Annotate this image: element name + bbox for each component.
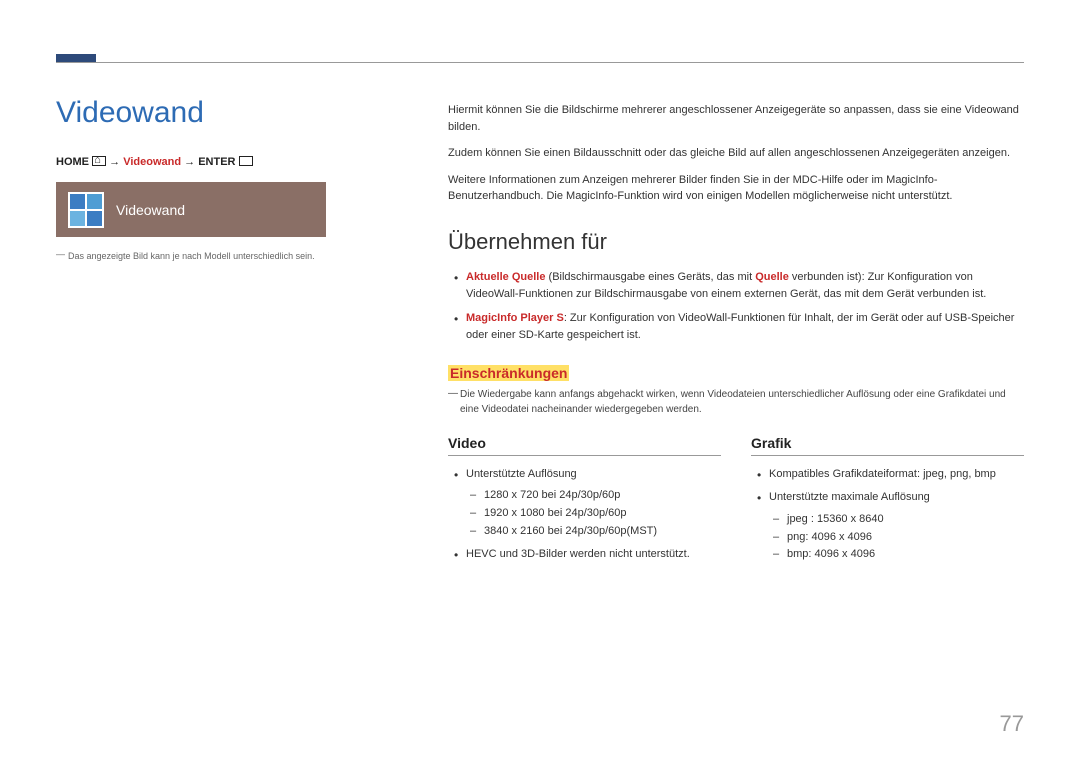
breadcrumb: HOME → Videowand → ENTER [56, 156, 391, 168]
header-accent-bar [56, 54, 96, 62]
breadcrumb-current: Videowand [123, 156, 181, 168]
intro-para-1: Hiermit können Sie die Bildschirme mehre… [448, 102, 1024, 135]
left-column: Videowand HOME → Videowand → ENTER Video… [56, 96, 391, 261]
section-heading-apply: Übernehmen für [448, 229, 1024, 255]
section-heading-limit: Einschränkungen [448, 365, 1024, 381]
enter-icon [239, 156, 253, 166]
grafik-format: Kompatibles Grafikdateiformat: jpeg, png… [769, 466, 1024, 484]
header-rule [56, 62, 1024, 63]
max-2: bmp: 4096 x 4096 [787, 546, 1024, 564]
res-1: 1920 x 1080 bei 24p/30p/60p [484, 505, 721, 523]
apply-bullets: Aktuelle Quelle (Bildschirmausgabe eines… [448, 269, 1024, 345]
page-title: Videowand [56, 96, 391, 130]
max-0: jpeg : 15360 x 8640 [787, 511, 1024, 529]
page-number: 77 [1000, 711, 1024, 737]
bullet-magicinfo: MagicInfo Player S: Zur Konfiguration vo… [466, 310, 1024, 345]
home-icon [92, 156, 106, 166]
two-column-block: Video Unterstützte Auflösung 1280 x 720 … [448, 435, 1024, 570]
videowall-icon [68, 192, 104, 228]
res-2: 3840 x 2160 bei 24p/30p/60p(MST) [484, 523, 721, 541]
bullet-current-source: Aktuelle Quelle (Bildschirmausgabe eines… [466, 269, 1024, 304]
grafik-max-item: Unterstützte maximale Auflösung jpeg : 1… [769, 489, 1024, 563]
video-heading: Video [448, 435, 721, 456]
breadcrumb-home: HOME [56, 156, 89, 168]
res-0: 1280 x 720 bei 24p/30p/60p [484, 487, 721, 505]
video-column: Video Unterstützte Auflösung 1280 x 720 … [448, 435, 721, 570]
menu-preview-card: Videowand [56, 182, 326, 237]
preview-label: Videowand [116, 202, 185, 218]
max-1: png: 4096 x 4096 [787, 529, 1024, 547]
right-column: Hiermit können Sie die Bildschirme mehre… [448, 102, 1024, 570]
video-note: HEVC und 3D-Bilder werden nicht unterstü… [466, 546, 721, 564]
preview-footnote: Das angezeigte Bild kann je nach Modell … [56, 251, 391, 261]
video-resolution-item: Unterstützte Auflösung 1280 x 720 bei 24… [466, 466, 721, 540]
breadcrumb-enter: ENTER [198, 156, 235, 168]
intro-para-2: Zudem können Sie einen Bildausschnitt od… [448, 145, 1024, 162]
grafik-heading: Grafik [751, 435, 1024, 456]
grafik-column: Grafik Kompatibles Grafikdateiformat: jp… [751, 435, 1024, 570]
limit-note: Die Wiedergabe kann anfangs abgehackt wi… [448, 387, 1024, 417]
intro-para-3: Weitere Informationen zum Anzeigen mehre… [448, 172, 1024, 205]
